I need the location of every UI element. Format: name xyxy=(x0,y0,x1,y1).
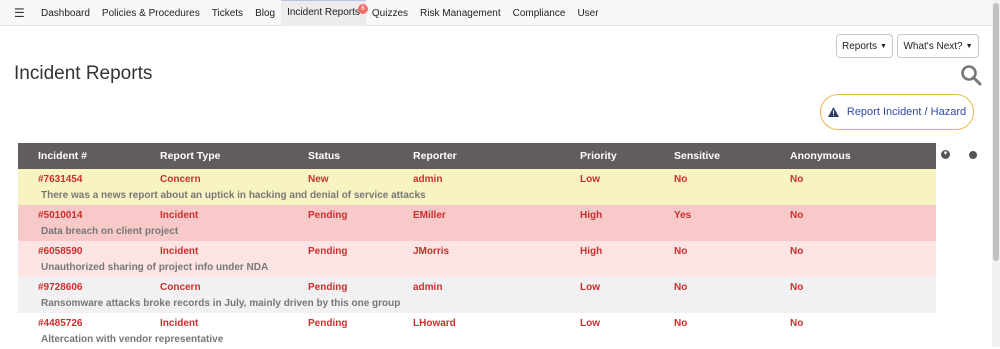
top-nav: ☰ Dashboard Policies & Procedures Ticket… xyxy=(0,0,992,26)
header-sensitive[interactable]: Sensitive xyxy=(674,150,720,162)
cell-status: Pending xyxy=(308,282,348,293)
nav-incident-reports-label: Incident Reports xyxy=(287,7,360,18)
page-title: Incident Reports xyxy=(14,63,153,84)
cell-anonymous: No xyxy=(790,210,804,221)
cell-status: New xyxy=(308,174,329,185)
cell-status: Pending xyxy=(308,318,348,329)
nav-quizzes[interactable]: Quizzes xyxy=(366,0,414,25)
cell-description: There was a news report about an uptick … xyxy=(41,190,426,201)
incident-table: Incident # Report Type Status Reporter P… xyxy=(18,143,936,349)
cell-priority: High xyxy=(580,210,603,221)
cell-incident-number[interactable]: #9728606 xyxy=(38,282,83,293)
cell-reporter: LHoward xyxy=(413,318,456,329)
cell-priority: Low xyxy=(580,282,600,293)
reports-dropdown-button[interactable]: Reports ▼ xyxy=(836,34,893,58)
cell-reporter: admin xyxy=(413,174,443,185)
nav-user[interactable]: User xyxy=(571,0,604,25)
cell-incident-number[interactable]: #7631454 xyxy=(38,174,83,185)
cell-reporter: EMiller xyxy=(413,210,446,221)
table-row[interactable]: #5010014 Incident Pending EMiller High Yes No D… xyxy=(18,205,936,241)
cell-incident-number[interactable]: #4485726 xyxy=(38,318,83,329)
header-reporter[interactable]: Reporter xyxy=(413,150,457,162)
whats-next-dropdown-button[interactable]: What's Next? ▼ xyxy=(897,34,979,58)
cell-report-type: Incident xyxy=(160,210,199,221)
cell-sensitive: No xyxy=(674,246,688,257)
whats-next-label: What's Next? xyxy=(903,40,963,52)
cell-sensitive: No xyxy=(674,282,688,293)
cell-sensitive: No xyxy=(674,318,688,329)
cell-status: Pending xyxy=(308,246,348,257)
cell-priority: Low xyxy=(580,174,600,185)
report-incident-button[interactable]: Report Incident / Hazard xyxy=(820,94,974,130)
table-header: Incident # Report Type Status Reporter P… xyxy=(18,143,936,169)
cell-description: Altercation with vendor representative xyxy=(41,334,224,345)
caret-down-icon: ▼ xyxy=(880,42,887,50)
cell-report-type: Incident xyxy=(160,246,199,257)
cell-status: Pending xyxy=(308,210,348,221)
header-anonymous[interactable]: Anonymous xyxy=(790,150,851,162)
cell-sensitive: No xyxy=(674,174,688,185)
search-icon[interactable] xyxy=(960,64,982,86)
nav-blog[interactable]: Blog xyxy=(249,0,281,25)
cell-incident-number[interactable]: #6058590 xyxy=(38,246,83,257)
cell-sensitive: Yes xyxy=(674,210,692,221)
cell-anonymous: No xyxy=(790,282,804,293)
cell-priority: Low xyxy=(580,318,600,329)
cell-description: Data breach on client project xyxy=(41,226,179,237)
caret-down-icon: ▼ xyxy=(965,42,973,50)
cell-report-type: Incident xyxy=(160,318,199,329)
cell-description: Unauthorized sharing of project info und… xyxy=(41,262,269,273)
warning-icon xyxy=(827,107,839,117)
scrollbar-thumb[interactable] xyxy=(993,3,999,261)
header-priority[interactable]: Priority xyxy=(580,150,617,162)
nav-tickets[interactable]: Tickets xyxy=(206,0,249,25)
header-incident[interactable]: Incident # xyxy=(38,150,87,162)
nav-incident-reports[interactable]: Incident Reports 6 xyxy=(281,0,368,26)
table-row[interactable]: #6058590 Incident Pending JMorris High No No Un… xyxy=(18,241,936,277)
cell-anonymous: No xyxy=(790,318,804,329)
header-report-type[interactable]: Report Type xyxy=(160,150,220,162)
chevron-down-icon[interactable]: ▼ xyxy=(941,150,950,159)
nav-policies[interactable]: Policies & Procedures xyxy=(96,0,206,25)
report-incident-label: Report Incident / Hazard xyxy=(846,106,967,118)
nav-dashboard[interactable]: Dashboard xyxy=(35,0,96,25)
cell-description: Ransomware attacks broke records in July… xyxy=(41,298,401,309)
nav-risk-management[interactable]: Risk Management xyxy=(414,0,507,25)
header-status[interactable]: Status xyxy=(308,150,340,162)
table-row[interactable]: #4485726 Incident Pending LHoward Low No No Alt… xyxy=(18,313,936,349)
cell-reporter: JMorris xyxy=(413,246,450,257)
cell-reporter: admin xyxy=(413,282,443,293)
cell-anonymous: No xyxy=(790,174,804,185)
cell-anonymous: No xyxy=(790,246,804,257)
circle-indicator-icon[interactable] xyxy=(969,151,977,159)
hamburger-menu-icon[interactable]: ☰ xyxy=(14,6,27,20)
nav-compliance[interactable]: Compliance xyxy=(507,0,572,25)
table-row[interactable]: #9728606 Concern Pending admin Low No No Ransom… xyxy=(18,277,936,313)
cell-priority: High xyxy=(580,246,603,257)
cell-incident-number[interactable]: #5010014 xyxy=(38,210,83,221)
cell-report-type: Concern xyxy=(160,174,201,185)
cell-report-type: Concern xyxy=(160,282,201,293)
reports-label: Reports xyxy=(842,40,878,52)
table-row[interactable]: #7631454 Concern New admin Low No No There was … xyxy=(18,169,936,205)
table-side-controls: ▼ xyxy=(936,143,992,347)
